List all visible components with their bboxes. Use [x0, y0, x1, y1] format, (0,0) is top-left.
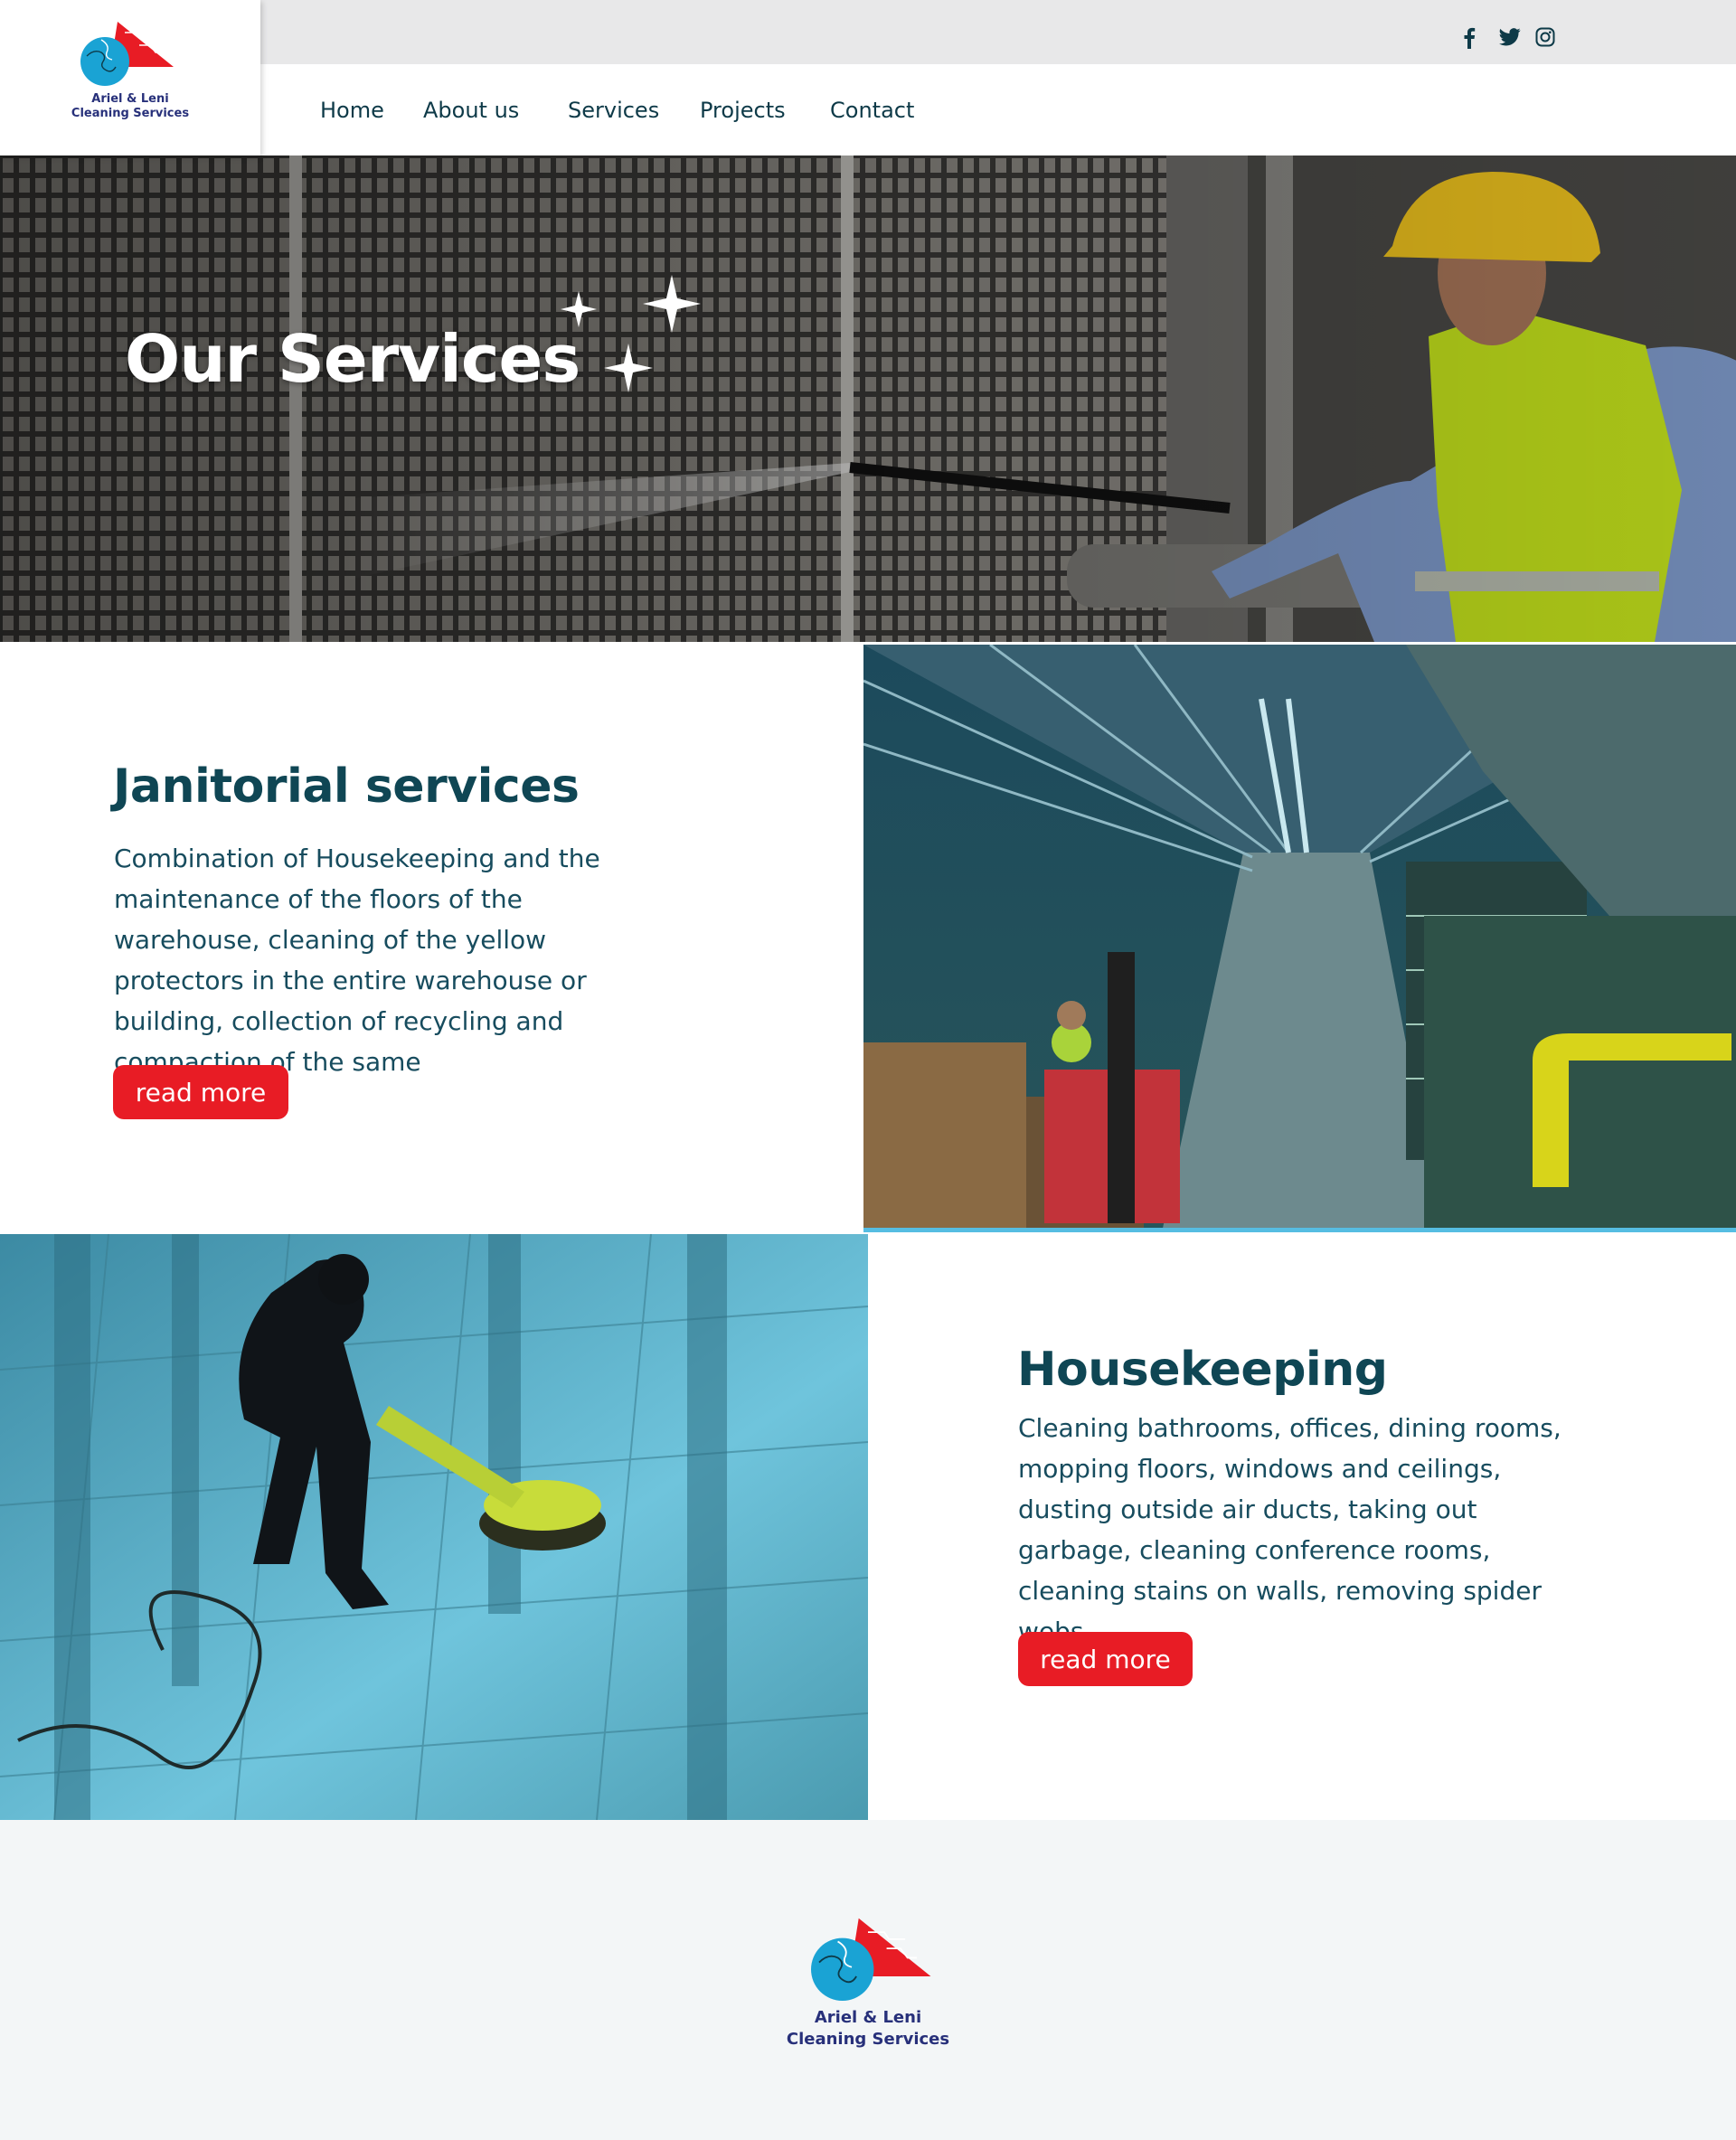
hero-title: Our Services — [125, 321, 580, 397]
hero-banner: Our Services — [0, 156, 1736, 642]
footer-globe-house-logo-icon — [811, 1918, 931, 2001]
site-logo[interactable]: Ariel & Leni Cleaning Services — [0, 0, 260, 156]
janitorial-title: Janitorial services — [113, 759, 580, 814]
twitter-icon[interactable] — [1499, 27, 1521, 51]
housekeeping-description: Cleaning bathrooms, offices, dining room… — [1018, 1413, 1561, 1646]
nav-about-us[interactable]: About us — [423, 98, 519, 123]
floor-polishing-image — [0, 1234, 868, 1820]
janitorial-section: Janitorial services Combination of House… — [0, 642, 1736, 1234]
footer-name-line2: Cleaning Services — [786, 2030, 950, 2049]
main-nav: Home About us Services Projects Contact — [260, 64, 1736, 156]
facebook-icon[interactable] — [1463, 27, 1476, 52]
housekeeping-section: Housekeeping Cleaning bathrooms, offices… — [0, 1234, 1736, 1820]
nav-contact[interactable]: Contact — [830, 98, 914, 123]
housekeeping-read-more-button[interactable]: read more — [1018, 1632, 1193, 1686]
footer-name-line1: Ariel & Leni — [814, 2008, 922, 2027]
hero-pressure-washing-image — [0, 156, 1736, 642]
nav-projects[interactable]: Projects — [700, 98, 786, 123]
logo-name-line1: Ariel & Leni — [91, 92, 169, 106]
logo-name-line2: Cleaning Services — [71, 107, 190, 120]
nav-services[interactable]: Services — [568, 98, 659, 123]
housekeeping-title: Housekeeping — [1017, 1343, 1388, 1397]
nav-home[interactable]: Home — [320, 98, 384, 123]
warehouse-image — [863, 645, 1736, 1232]
janitorial-read-more-button[interactable]: read more — [113, 1065, 288, 1119]
footer: Ariel & Leni Cleaning Services — [0, 1820, 1736, 2140]
janitorial-description: Combination of Housekeeping and the main… — [114, 844, 600, 1077]
top-bar — [260, 0, 1736, 64]
globe-house-logo-icon — [80, 22, 174, 86]
instagram-icon[interactable] — [1535, 27, 1555, 51]
